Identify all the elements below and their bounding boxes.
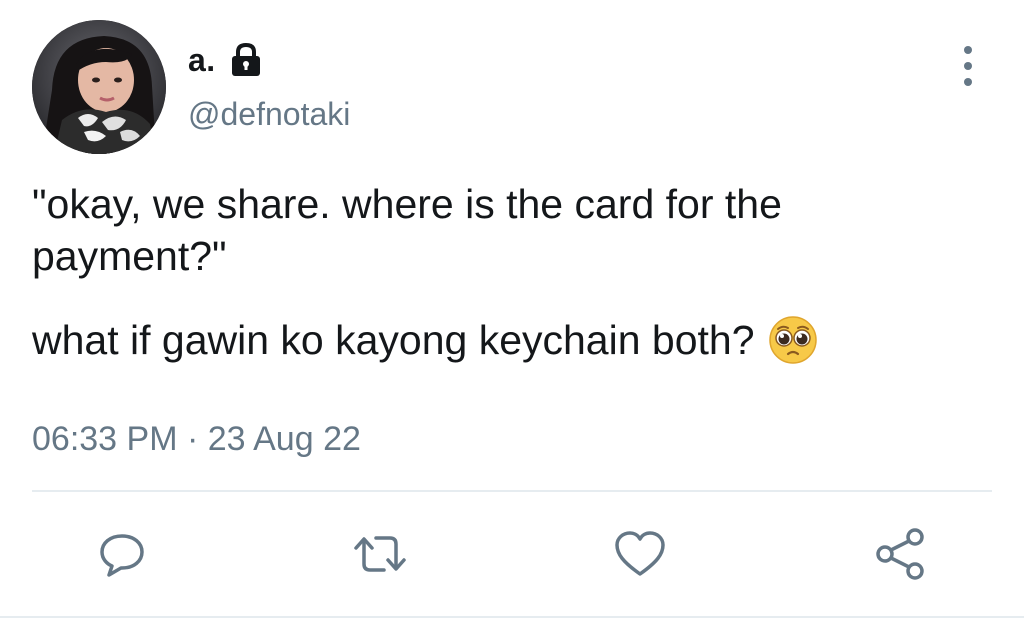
pleading-face-emoji-icon [767, 314, 819, 366]
more-options-dot [964, 62, 972, 70]
tweet-paragraph-two: what if gawin ko kayong keychain both? [32, 317, 755, 363]
divider [32, 490, 992, 492]
tweet-card: a. @defnotaki "okay, we share. where is … [0, 0, 1024, 633]
tweet-paragraph-one: "okay, we share. where is the card for t… [32, 181, 782, 279]
share-button[interactable] [870, 524, 930, 584]
like-icon [615, 531, 665, 576]
reply-icon [100, 534, 144, 577]
bottom-divider [0, 616, 1024, 618]
tweet-text: "okay, we share. where is the card for t… [32, 178, 982, 366]
avatar[interactable] [32, 20, 166, 154]
avatar-image [32, 20, 166, 154]
tweet-timestamp[interactable]: 06:33 PM · 23 Aug 22 [32, 420, 361, 459]
tweet-paragraph-two-row: what if gawin ko kayong keychain both? [32, 314, 982, 366]
reply-button[interactable] [92, 524, 152, 584]
user-handle[interactable]: @defnotaki [188, 96, 350, 133]
share-icon [876, 528, 924, 580]
more-options-dot [964, 78, 972, 86]
like-button[interactable] [610, 524, 670, 584]
display-name[interactable]: a. [188, 42, 216, 79]
display-name-row: a. [188, 38, 264, 82]
lock-icon [228, 42, 264, 78]
retweet-icon [354, 536, 406, 572]
retweet-button[interactable] [350, 524, 410, 584]
more-options-button[interactable] [954, 46, 982, 86]
more-options-icon [964, 46, 972, 54]
